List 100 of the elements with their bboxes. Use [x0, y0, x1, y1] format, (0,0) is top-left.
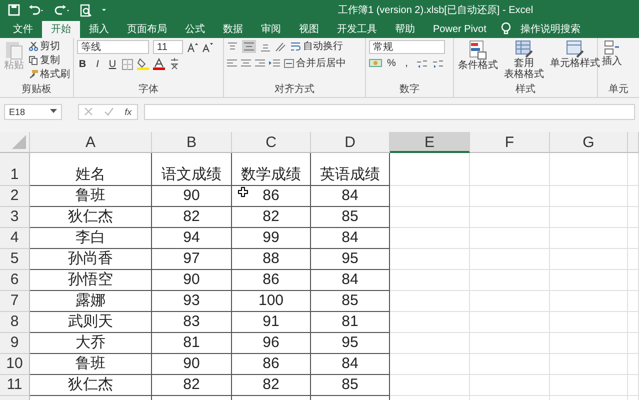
column-header[interactable]: E — [390, 132, 470, 153]
bold-button[interactable]: B — [77, 58, 88, 70]
row-header[interactable]: 8 — [0, 312, 30, 333]
copy-icon — [29, 56, 38, 65]
table-cell: 姓名 — [30, 153, 152, 186]
table-cell: 81 — [311, 312, 390, 333]
ribbon-tab[interactable]: 审阅 — [252, 21, 290, 38]
ribbon-tab[interactable]: 文件 — [4, 21, 42, 38]
row-header[interactable]: 10 — [0, 354, 30, 375]
table-cell: 85 — [311, 291, 390, 312]
ribbon-tab[interactable]: 帮助 — [386, 21, 424, 38]
align-left-icon[interactable] — [227, 59, 237, 68]
undo-icon[interactable] — [28, 4, 46, 16]
table-cell: 露娜 — [30, 291, 152, 312]
phonetic-icon[interactable] — [169, 58, 180, 70]
column-header[interactable]: G — [550, 132, 628, 153]
table-cell: 83 — [152, 312, 232, 333]
ribbon-tab[interactable]: 开始 — [42, 21, 80, 38]
decrease-decimal-icon[interactable] — [432, 58, 444, 68]
group-label: 单元 — [608, 84, 630, 97]
table-cell: 100 — [232, 291, 311, 312]
comma-button[interactable]: , — [401, 58, 412, 69]
column-header[interactable]: A — [30, 132, 152, 153]
empty-cell — [628, 249, 639, 270]
paintbrush-icon — [29, 70, 38, 79]
row-header[interactable]: 4 — [0, 228, 30, 249]
row-header[interactable]: 11 — [0, 375, 30, 396]
row-header[interactable]: 7 — [0, 291, 30, 312]
save-icon[interactable] — [8, 4, 20, 16]
group-label: 样式 — [514, 84, 536, 97]
ribbon-tab[interactable]: 数据 — [214, 21, 252, 38]
table-cell: 96 — [232, 333, 311, 354]
font-size-field[interactable]: 11 — [153, 40, 183, 54]
table-cell: 94 — [152, 228, 232, 249]
top-align-icon[interactable] — [227, 42, 238, 52]
underline-button[interactable]: U — [107, 58, 118, 70]
indent-icon[interactable] — [269, 59, 280, 68]
cell-styles-button[interactable]: 单元格样式 — [549, 40, 601, 69]
row-header[interactable]: 1 — [0, 153, 30, 186]
fill-color-icon[interactable] — [137, 58, 149, 70]
ribbon-tab[interactable]: 开发工具 — [328, 21, 386, 38]
tell-me-search[interactable]: 操作说明搜索 — [511, 21, 590, 38]
formula-input[interactable] — [144, 104, 635, 120]
orientation-icon[interactable] — [275, 41, 287, 52]
column-header[interactable]: C — [232, 132, 311, 153]
merge-center-button[interactable]: 合并后居中 — [284, 57, 346, 70]
ribbon-tab[interactable]: 页面布局 — [118, 21, 176, 38]
column-header[interactable]: F — [470, 132, 550, 153]
italic-button[interactable]: I — [92, 58, 103, 70]
table-cell: 90 — [152, 270, 232, 291]
ribbon-tab[interactable]: 插入 — [80, 21, 118, 38]
table-cell: 84 — [311, 186, 390, 207]
table-cell: 97 — [152, 249, 232, 270]
row-header[interactable]: 6 — [0, 270, 30, 291]
table-cell: 82 — [232, 207, 311, 228]
name-box[interactable]: E18 — [4, 104, 62, 120]
table-cell: 88 — [232, 249, 311, 270]
ribbon-tab[interactable]: Power Pivot — [424, 21, 496, 38]
wrap-text-button[interactable]: 自动换行 — [291, 40, 343, 53]
redo-icon[interactable] — [54, 4, 72, 16]
ribbon-tab[interactable]: 公式 — [176, 21, 214, 38]
print-preview-icon[interactable] — [80, 4, 92, 16]
ribbon-tab[interactable]: 视图 — [290, 21, 328, 38]
cut-button[interactable]: 剪切 — [29, 40, 70, 53]
currency-icon[interactable] — [369, 58, 382, 68]
cursor-icon — [238, 187, 248, 197]
borders-icon[interactable] — [122, 58, 133, 70]
empty-cell — [628, 354, 639, 375]
row-header[interactable]: 2 — [0, 186, 30, 207]
conditional-format-button[interactable]: 条件格式 — [457, 40, 499, 71]
percent-button[interactable]: % — [386, 58, 397, 69]
font-color-icon[interactable] — [153, 58, 165, 70]
decrease-font-icon[interactable] — [202, 42, 213, 52]
row-header[interactable]: 3 — [0, 207, 30, 228]
table-cell: 语文成绩 — [152, 153, 232, 186]
align-center-icon[interactable] — [241, 59, 251, 68]
format-as-table-button[interactable]: 套用 表格格式 — [503, 40, 545, 80]
insert-function-button[interactable]: fx — [124, 106, 132, 116]
customize-icon[interactable] — [100, 6, 108, 14]
column-header[interactable]: B — [152, 132, 232, 153]
row-header[interactable]: 5 — [0, 249, 30, 270]
table-cell: 鲁班 — [30, 354, 152, 375]
bottom-align-icon[interactable] — [260, 42, 271, 52]
lightbulb-icon[interactable] — [501, 22, 512, 35]
middle-align-icon[interactable] — [242, 40, 256, 53]
table-cell: 鲁班 — [30, 186, 152, 207]
align-right-icon[interactable] — [255, 59, 265, 68]
table-cell: 数学成绩 — [232, 153, 311, 186]
table-cell: 大乔 — [30, 333, 152, 354]
increase-decimal-icon[interactable] — [416, 58, 428, 68]
number-format-field[interactable]: 常规 — [369, 40, 445, 54]
merge-cells-icon — [284, 59, 294, 68]
table-cell: 狄仁杰 — [30, 207, 152, 228]
insert-cells-button[interactable]: 插入 — [601, 40, 623, 67]
format-painter-button[interactable]: 格式刷 — [29, 68, 70, 81]
empty-cell — [628, 228, 639, 249]
increase-font-icon[interactable] — [187, 42, 198, 52]
font-name-field[interactable]: 等线 — [77, 40, 149, 54]
row-header[interactable]: 9 — [0, 333, 30, 354]
copy-button[interactable]: 复制 — [29, 54, 70, 67]
